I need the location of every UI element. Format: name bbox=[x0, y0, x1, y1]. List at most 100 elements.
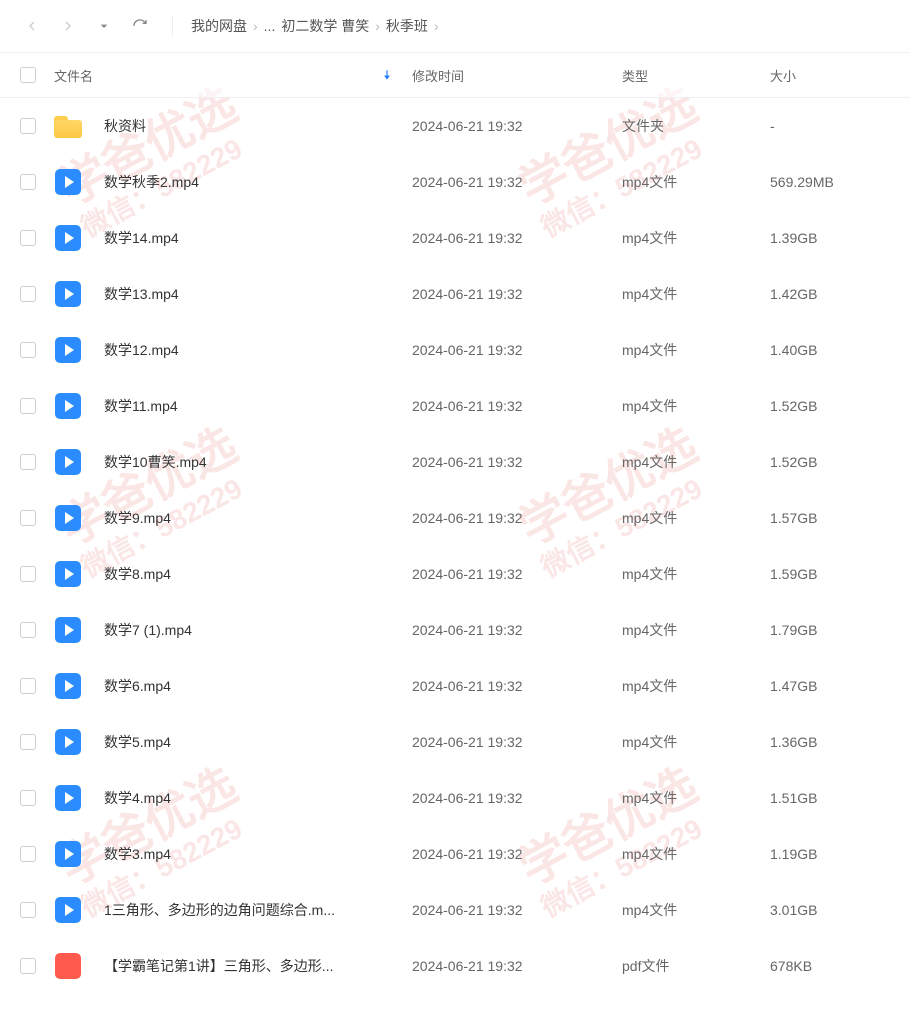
breadcrumb-mid[interactable]: 初二数学 曹笑 bbox=[281, 16, 369, 36]
file-name[interactable]: 数学8.mp4 bbox=[104, 564, 171, 584]
file-row[interactable]: 数学12.mp42024-06-21 19:32mp4文件1.40GB bbox=[0, 322, 910, 378]
column-header-size[interactable]: 大小 bbox=[770, 66, 910, 85]
file-row[interactable]: 秋资料2024-06-21 19:32文件夹- bbox=[0, 98, 910, 154]
file-row[interactable]: 数学13.mp42024-06-21 19:32mp4文件1.42GB bbox=[0, 266, 910, 322]
file-modified-time: 2024-06-21 19:32 bbox=[412, 510, 622, 526]
video-file-icon bbox=[54, 448, 82, 476]
row-checkbox[interactable] bbox=[20, 118, 36, 134]
file-modified-time: 2024-06-21 19:32 bbox=[412, 398, 622, 414]
column-header-name[interactable]: 文件名 bbox=[54, 66, 412, 85]
breadcrumb-ellipsis[interactable]: ... bbox=[264, 18, 276, 34]
file-size: 569.29MB bbox=[770, 174, 910, 190]
file-size: 1.52GB bbox=[770, 454, 910, 470]
file-size: 1.36GB bbox=[770, 734, 910, 750]
video-file-icon bbox=[54, 168, 82, 196]
nav-back-button[interactable] bbox=[18, 12, 46, 40]
row-checkbox[interactable] bbox=[20, 790, 36, 806]
file-row[interactable]: 数学4.mp4 2024-06-21 19:32mp4文件1.51GB bbox=[0, 770, 910, 826]
breadcrumb-root[interactable]: 我的网盘 bbox=[191, 16, 247, 36]
refresh-button[interactable] bbox=[126, 12, 154, 40]
file-name[interactable]: 数学10曹笑.mp4 bbox=[104, 452, 207, 472]
file-type: mp4文件 bbox=[622, 452, 770, 472]
file-type: mp4文件 bbox=[622, 788, 770, 808]
file-type: mp4文件 bbox=[622, 564, 770, 584]
file-row[interactable]: 【学霸笔记第1讲】三角形、多边形...2024-06-21 19:32pdf文件… bbox=[0, 938, 910, 994]
row-checkbox[interactable] bbox=[20, 846, 36, 862]
row-checkbox[interactable] bbox=[20, 230, 36, 246]
row-checkbox[interactable] bbox=[20, 734, 36, 750]
video-file-icon bbox=[54, 504, 82, 532]
file-type: pdf文件 bbox=[622, 956, 770, 976]
file-row[interactable]: 数学10曹笑.mp4 2024-06-21 19:32mp4文件1.52GB bbox=[0, 434, 910, 490]
column-header-name-label: 文件名 bbox=[54, 66, 93, 85]
file-row[interactable]: 数学14.mp42024-06-21 19:32mp4文件1.39GB bbox=[0, 210, 910, 266]
file-modified-time: 2024-06-21 19:32 bbox=[412, 342, 622, 358]
file-name[interactable]: 数学3.mp4 bbox=[104, 844, 171, 864]
file-type: mp4文件 bbox=[622, 620, 770, 640]
file-type: mp4文件 bbox=[622, 508, 770, 528]
file-name[interactable]: 秋资料 bbox=[104, 116, 146, 136]
file-name[interactable]: 数学6.mp4 bbox=[104, 676, 171, 696]
row-checkbox[interactable] bbox=[20, 622, 36, 638]
row-checkbox[interactable] bbox=[20, 342, 36, 358]
file-name[interactable]: 数学9.mp4 bbox=[104, 508, 171, 528]
file-modified-time: 2024-06-21 19:32 bbox=[412, 566, 622, 582]
video-file-icon bbox=[54, 616, 82, 644]
file-type: mp4文件 bbox=[622, 732, 770, 752]
row-checkbox[interactable] bbox=[20, 958, 36, 974]
row-checkbox[interactable] bbox=[20, 510, 36, 526]
file-row[interactable]: 数学秋季2.mp42024-06-21 19:32mp4文件569.29MB bbox=[0, 154, 910, 210]
file-row[interactable]: 1三角形、多边形的边角问题综合.m...2024-06-21 19:32mp4文… bbox=[0, 882, 910, 938]
row-checkbox[interactable] bbox=[20, 174, 36, 190]
toolbar-divider bbox=[172, 16, 173, 36]
file-modified-time: 2024-06-21 19:32 bbox=[412, 902, 622, 918]
file-size: 1.19GB bbox=[770, 846, 910, 862]
file-modified-time: 2024-06-21 19:32 bbox=[412, 286, 622, 302]
file-row[interactable]: 数学6.mp42024-06-21 19:32mp4文件1.47GB bbox=[0, 658, 910, 714]
file-size: 1.51GB bbox=[770, 790, 910, 806]
file-modified-time: 2024-06-21 19:32 bbox=[412, 790, 622, 806]
file-size: 1.42GB bbox=[770, 286, 910, 302]
column-header-type[interactable]: 类型 bbox=[622, 66, 770, 85]
file-row[interactable]: 数学3.mp42024-06-21 19:32mp4文件1.19GB bbox=[0, 826, 910, 882]
file-row[interactable]: 数学5.mp42024-06-21 19:32mp4文件1.36GB bbox=[0, 714, 910, 770]
file-name[interactable]: 【学霸笔记第1讲】三角形、多边形... bbox=[104, 956, 333, 976]
file-row[interactable]: 数学8.mp42024-06-21 19:32mp4文件1.59GB bbox=[0, 546, 910, 602]
video-file-icon bbox=[54, 336, 82, 364]
file-modified-time: 2024-06-21 19:32 bbox=[412, 118, 622, 134]
file-name[interactable]: 数学14.mp4 bbox=[104, 228, 179, 248]
file-row[interactable]: 数学9.mp4 2024-06-21 19:32mp4文件1.57GB bbox=[0, 490, 910, 546]
video-file-icon bbox=[54, 560, 82, 588]
file-name[interactable]: 数学12.mp4 bbox=[104, 340, 179, 360]
row-checkbox[interactable] bbox=[20, 902, 36, 918]
file-name[interactable]: 数学5.mp4 bbox=[104, 732, 171, 752]
sort-descending-icon[interactable] bbox=[380, 68, 394, 82]
file-type: mp4文件 bbox=[622, 340, 770, 360]
file-modified-time: 2024-06-21 19:32 bbox=[412, 454, 622, 470]
file-name[interactable]: 数学4.mp4 bbox=[104, 788, 171, 808]
file-name[interactable]: 数学秋季2.mp4 bbox=[104, 172, 199, 192]
file-type: mp4文件 bbox=[622, 676, 770, 696]
file-name[interactable]: 数学11.mp4 bbox=[104, 396, 178, 416]
file-row[interactable]: 数学7 (1).mp42024-06-21 19:32mp4文件1.79GB bbox=[0, 602, 910, 658]
pdf-file-icon bbox=[54, 952, 82, 980]
select-all-checkbox[interactable] bbox=[20, 67, 36, 83]
row-checkbox[interactable] bbox=[20, 678, 36, 694]
dropdown-history-button[interactable] bbox=[90, 12, 118, 40]
file-name[interactable]: 数学7 (1).mp4 bbox=[104, 620, 192, 640]
file-size: 3.01GB bbox=[770, 902, 910, 918]
video-file-icon bbox=[54, 280, 82, 308]
file-size: 1.57GB bbox=[770, 510, 910, 526]
row-checkbox[interactable] bbox=[20, 566, 36, 582]
column-header: 文件名 修改时间 类型 大小 bbox=[0, 52, 910, 98]
column-header-time[interactable]: 修改时间 bbox=[412, 66, 622, 85]
file-modified-time: 2024-06-21 19:32 bbox=[412, 174, 622, 190]
file-name[interactable]: 1三角形、多边形的边角问题综合.m... bbox=[104, 900, 335, 920]
nav-forward-button[interactable] bbox=[54, 12, 82, 40]
file-size: 1.52GB bbox=[770, 398, 910, 414]
file-name[interactable]: 数学13.mp4 bbox=[104, 284, 179, 304]
row-checkbox[interactable] bbox=[20, 398, 36, 414]
row-checkbox[interactable] bbox=[20, 286, 36, 302]
row-checkbox[interactable] bbox=[20, 454, 36, 470]
file-row[interactable]: 数学11.mp42024-06-21 19:32mp4文件1.52GB bbox=[0, 378, 910, 434]
